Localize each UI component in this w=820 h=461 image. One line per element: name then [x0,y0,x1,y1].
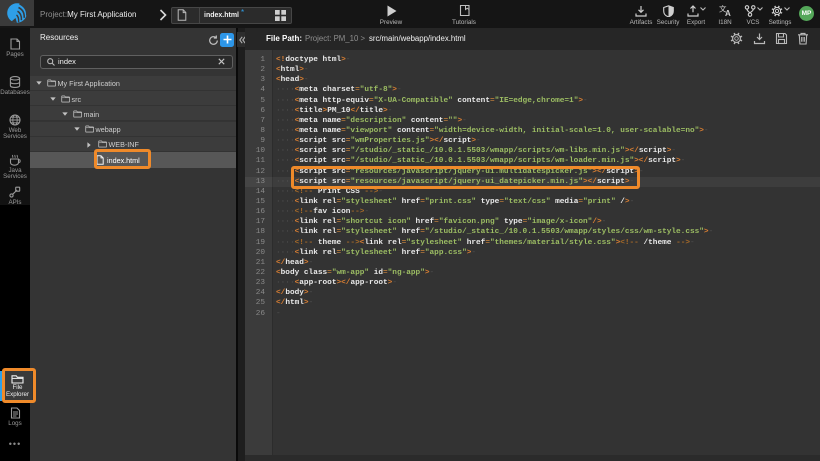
svg-text:A: A [725,9,731,17]
